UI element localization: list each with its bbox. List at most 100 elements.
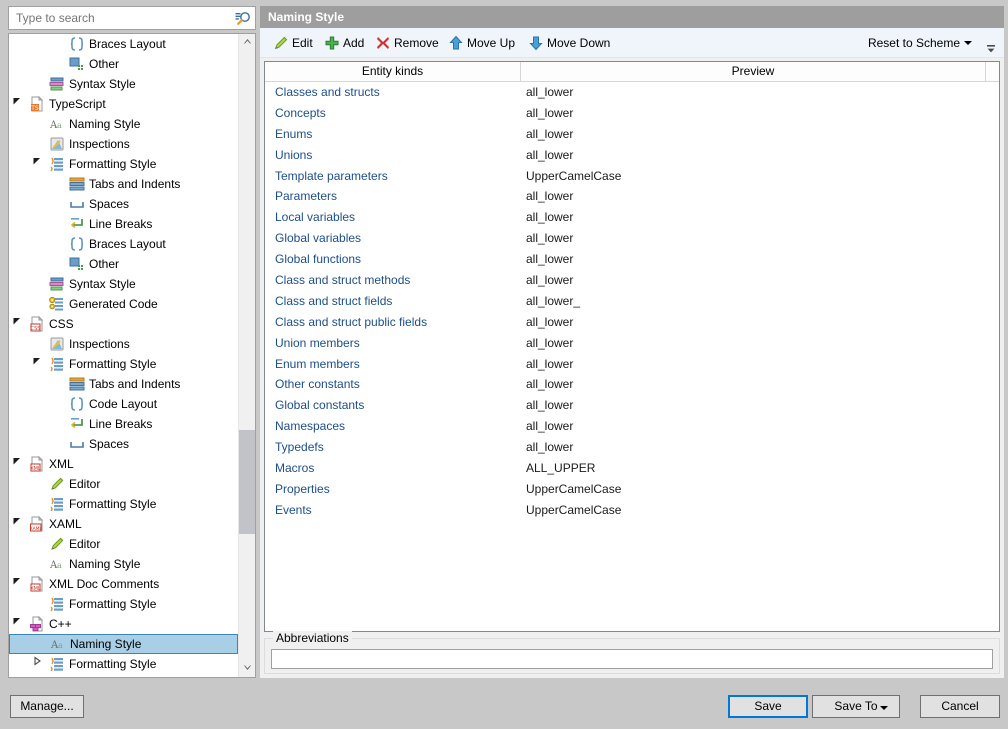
tree-item-formatting-style[interactable]: Formatting Style [9,154,238,174]
tree-item-editor[interactable]: Editor [9,534,238,554]
tree-item-line-breaks[interactable]: Line Breaks [9,214,238,234]
entity-kind-link[interactable]: Union members [275,333,360,354]
table-row[interactable]: Global functions all_lower [265,249,999,270]
tree-item-generated-code[interactable]: Generated Code [9,294,238,314]
entity-kind-link[interactable]: Macros [275,458,314,479]
tree-item-tabs-and-indents[interactable]: Tabs and Indents [9,374,238,394]
tree-item-naming-style[interactable]: Aa Naming Style [9,634,238,654]
tree-item-formatting-style[interactable]: Formatting Style [9,594,238,614]
entity-kind-link[interactable]: Enums [275,124,312,145]
tree-item-css[interactable]: CSS CSS [9,314,238,334]
table-row[interactable]: Namespaces all_lower [265,416,999,437]
tree-scrollbar[interactable] [238,34,255,677]
tree-item-line-breaks[interactable]: Line Breaks [9,414,238,434]
expander-collapse-icon[interactable] [11,574,23,594]
expander-collapse-icon[interactable] [31,354,43,374]
tree-item-formatting-style[interactable]: Formatting Style [9,494,238,514]
tree-item-typescript[interactable]: TS TypeScript [9,94,238,114]
entity-kind-link[interactable]: Global variables [275,228,361,249]
entity-kind-link[interactable]: Typedefs [275,437,324,458]
expander-collapse-icon[interactable] [11,314,23,334]
edit-button[interactable]: Edit [272,32,313,54]
table-row[interactable]: Local variables all_lower [265,207,999,228]
table-row[interactable]: Class and struct public fields all_lower [265,312,999,333]
entity-kind-link[interactable]: Template parameters [275,166,388,187]
expander-collapse-icon[interactable] [11,94,23,114]
tree-item-editor[interactable]: Editor [9,474,238,494]
table-row[interactable]: Global variables all_lower [265,228,999,249]
table-row[interactable]: Union members all_lower [265,333,999,354]
tree-item-other[interactable]: Other [9,254,238,274]
expander-expand-icon[interactable] [31,654,43,674]
expander-collapse-icon[interactable] [31,154,43,174]
entity-kind-link[interactable]: Class and struct fields [275,291,392,312]
tree-item-xml[interactable]: XML XML [9,454,238,474]
cancel-button[interactable]: Cancel [920,695,1000,718]
tree-item-tabs-and-indents[interactable]: Tabs and Indents [9,174,238,194]
table-row[interactable]: Global constants all_lower [265,395,999,416]
table-row[interactable]: Class and struct methods all_lower [265,270,999,291]
entity-kind-link[interactable]: Class and struct public fields [275,312,427,333]
entity-kind-link[interactable]: Events [275,500,312,521]
entity-kind-link[interactable]: Enum members [275,354,360,375]
entity-kind-link[interactable]: Local variables [275,207,355,228]
search-icon[interactable] [234,10,252,28]
tree-item-formatting-style[interactable]: Formatting Style [9,354,238,374]
tree-item-inspections[interactable]: Inspections [9,134,238,154]
table-row[interactable]: Other constants all_lower [265,374,999,395]
tree-item-code-layout[interactable]: Code Layout [9,394,238,414]
expander-collapse-icon[interactable] [11,454,23,474]
tree-item-braces-layout[interactable]: Braces Layout [9,234,238,254]
table-row[interactable]: Unions all_lower [265,145,999,166]
reset-to-scheme-button[interactable]: Reset to Scheme [868,32,972,54]
entity-kind-link[interactable]: Other constants [275,374,360,395]
entity-kind-link[interactable]: Unions [275,145,312,166]
tree-item-spaces[interactable]: Spaces [9,434,238,454]
table-row[interactable]: Properties UpperCamelCase [265,479,999,500]
expander-collapse-icon[interactable] [11,614,23,634]
tree-item-formatting-style[interactable]: Formatting Style [9,654,238,674]
expander-collapse-icon[interactable] [11,514,23,534]
entity-kind-link[interactable]: Namespaces [275,416,345,437]
scroll-up-icon[interactable] [239,34,255,51]
entity-kind-link[interactable]: Global functions [275,249,361,270]
move-down-button[interactable]: Move Down [527,32,610,54]
table-row[interactable]: Template parameters UpperCamelCase [265,166,999,187]
tree-item-c[interactable]: C++ [9,614,238,634]
column-header-preview[interactable]: Preview [521,62,986,81]
table-row[interactable]: Concepts all_lower [265,103,999,124]
column-header-entity-kinds[interactable]: Entity kinds [265,62,521,81]
entity-kinds-grid[interactable]: Entity kinds Preview Classes and structs… [264,61,1000,632]
tree-item-syntax-style[interactable]: Syntax Style [9,74,238,94]
table-row[interactable]: Enum members all_lower [265,354,999,375]
move-up-button[interactable]: Move Up [447,32,515,54]
table-row[interactable]: Typedefs all_lower [265,437,999,458]
entity-kind-link[interactable]: Concepts [275,103,326,124]
tree-item-inspections[interactable]: Inspections [9,334,238,354]
save-button[interactable]: Save [728,695,808,718]
table-row[interactable]: Classes and structs all_lower [265,82,999,103]
table-row[interactable]: Events UpperCamelCase [265,500,999,521]
entity-kind-link[interactable]: Class and struct methods [275,270,410,291]
abbreviations-input[interactable] [271,649,993,669]
toolbar-overflow-icon[interactable] [984,42,998,56]
tree-item-xml-doc-comments[interactable]: XML XML Doc Comments [9,574,238,594]
save-to-button[interactable]: Save To [812,695,900,718]
settings-tree[interactable]: Braces Layout Other Syntax Style TS TypeScri… [8,33,256,678]
tree-item-other[interactable]: Other [9,54,238,74]
table-row[interactable]: Enums all_lower [265,124,999,145]
tree-item-naming-style[interactable]: Aa Naming Style [9,114,238,134]
entity-kind-link[interactable]: Classes and structs [275,82,380,103]
tree-item-braces-layout[interactable]: Braces Layout [9,34,238,54]
scroll-down-icon[interactable] [239,660,255,677]
remove-button[interactable]: Remove [374,32,439,54]
entity-kind-link[interactable]: Parameters [275,186,337,207]
search-box[interactable] [8,6,256,30]
table-row[interactable]: Parameters all_lower [265,186,999,207]
tree-scrollbar-thumb[interactable] [239,430,255,534]
tree-item-syntax-style[interactable]: Syntax Style [9,274,238,294]
entity-kind-link[interactable]: Global constants [275,395,364,416]
tree-item-naming-style[interactable]: Aa Naming Style [9,554,238,574]
tree-item-xaml[interactable]: XAML XAML [9,514,238,534]
table-row[interactable]: Macros ALL_UPPER [265,458,999,479]
